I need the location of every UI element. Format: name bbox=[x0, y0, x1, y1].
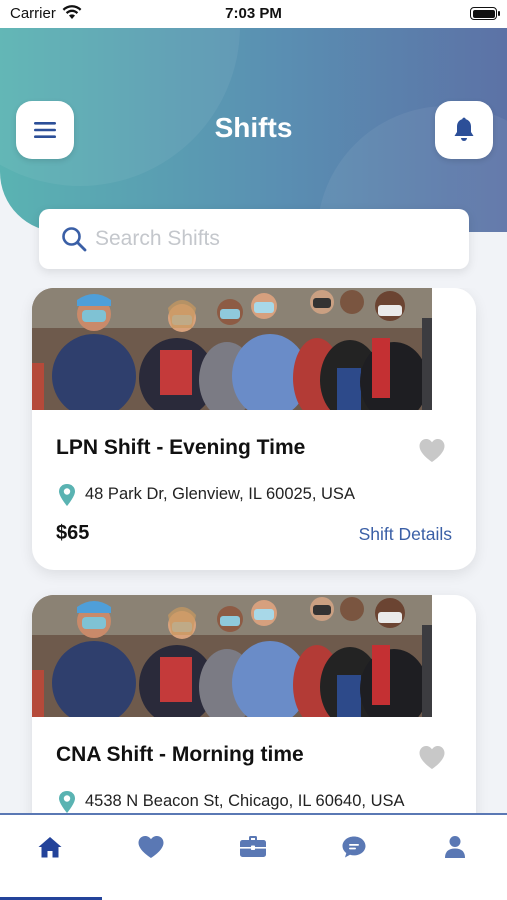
search-bar[interactable] bbox=[39, 209, 469, 269]
location-pin-icon bbox=[59, 791, 75, 813]
search-icon bbox=[62, 227, 87, 252]
tab-home[interactable] bbox=[30, 831, 70, 863]
shift-title: CNA Shift - Morning time bbox=[56, 743, 304, 766]
shift-price: $65 bbox=[56, 522, 90, 544]
favorite-heart-icon[interactable] bbox=[418, 438, 446, 463]
shift-list[interactable]: LPN Shift - Evening Time 48 Park Dr, Gle… bbox=[0, 288, 507, 814]
chat-icon bbox=[342, 836, 366, 858]
shift-card[interactable]: CNA Shift - Morning time 4538 N Beacon S… bbox=[32, 595, 476, 814]
status-bar: Carrier 7:03 PM bbox=[0, 0, 507, 28]
tab-bar bbox=[0, 813, 507, 900]
shift-details-link[interactable]: Shift Details bbox=[359, 524, 452, 545]
shift-address: 48 Park Dr, Glenview, IL 60025, USA bbox=[85, 485, 355, 503]
tab-favorites[interactable] bbox=[131, 831, 171, 863]
header: Shifts bbox=[0, 26, 507, 232]
tab-profile[interactable] bbox=[435, 831, 475, 863]
page-title: Shifts bbox=[214, 112, 293, 143]
shift-title: LPN Shift - Evening Time bbox=[56, 436, 306, 459]
tab-messages[interactable] bbox=[334, 831, 374, 863]
location-pin-icon bbox=[59, 484, 75, 506]
battery-icon bbox=[470, 7, 500, 20]
home-icon bbox=[38, 837, 62, 858]
bell-icon bbox=[454, 117, 474, 141]
favorite-heart-icon[interactable] bbox=[418, 745, 446, 770]
shift-address: 4538 N Beacon St, Chicago, IL 60640, USA bbox=[85, 792, 405, 810]
shift-card[interactable]: LPN Shift - Evening Time 48 Park Dr, Gle… bbox=[32, 288, 476, 570]
briefcase-icon bbox=[240, 836, 266, 857]
team-photo bbox=[32, 595, 432, 717]
search-input[interactable] bbox=[95, 227, 425, 251]
team-photo bbox=[32, 288, 432, 410]
profile-icon bbox=[445, 836, 465, 858]
tab-jobs[interactable] bbox=[233, 831, 273, 863]
status-time: 7:03 PM bbox=[225, 5, 282, 22]
notifications-button[interactable] bbox=[435, 101, 493, 159]
heart-icon bbox=[138, 836, 164, 858]
